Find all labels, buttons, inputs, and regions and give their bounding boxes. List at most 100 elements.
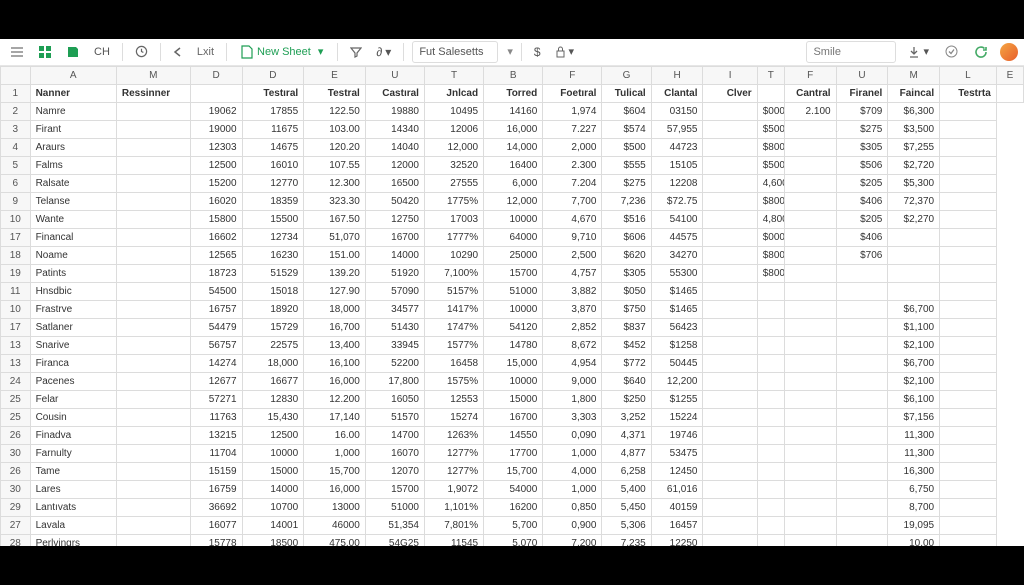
cell[interactable]: 17,140 (304, 408, 366, 426)
cell[interactable] (784, 120, 836, 138)
cell[interactable]: 51,070 (304, 228, 366, 246)
row-header[interactable]: 26 (1, 462, 31, 480)
cell[interactable]: $555 (602, 156, 651, 174)
cell[interactable] (940, 120, 997, 138)
cell[interactable]: 1263% (424, 426, 483, 444)
cell[interactable] (703, 516, 757, 534)
cell[interactable] (190, 84, 242, 102)
cell[interactable]: 7.204 (543, 174, 602, 192)
cell[interactable] (940, 210, 997, 228)
cell[interactable]: Pacenes (30, 372, 116, 390)
cell[interactable]: 57090 (365, 282, 424, 300)
cell[interactable]: 72,370 (888, 192, 940, 210)
cell[interactable]: 55300 (651, 264, 703, 282)
cell[interactable] (836, 336, 888, 354)
cell[interactable]: 16230 (242, 246, 304, 264)
row-header[interactable]: 10 (1, 210, 31, 228)
chevron-down-icon[interactable]: ▾ (507, 45, 513, 58)
cell[interactable]: 0,090 (543, 426, 602, 444)
cell[interactable] (940, 138, 997, 156)
cell[interactable]: $000 (757, 228, 784, 246)
row-header[interactable]: 13 (1, 336, 31, 354)
cell[interactable] (940, 282, 997, 300)
cell[interactable]: 14340 (365, 120, 424, 138)
cell[interactable] (757, 534, 784, 546)
cell[interactable]: 57,955 (651, 120, 703, 138)
cell[interactable]: 3,252 (602, 408, 651, 426)
cell[interactable]: 10495 (424, 102, 483, 120)
cell[interactable]: 11675 (242, 120, 304, 138)
cell[interactable] (116, 372, 190, 390)
cell[interactable] (757, 408, 784, 426)
row-header[interactable]: 27 (1, 516, 31, 534)
cell[interactable]: 12553 (424, 390, 483, 408)
cell[interactable]: 14001 (242, 516, 304, 534)
cell[interactable]: $275 (836, 120, 888, 138)
column-header[interactable]: E (304, 66, 366, 84)
cell[interactable]: Testrta (940, 84, 997, 102)
cell[interactable]: Testral (304, 84, 366, 102)
cell[interactable] (836, 480, 888, 498)
cell[interactable]: 18723 (190, 264, 242, 282)
cell[interactable] (940, 174, 997, 192)
cell[interactable] (703, 426, 757, 444)
cell[interactable]: Satlaner (30, 318, 116, 336)
cell[interactable]: 16700 (365, 228, 424, 246)
cell[interactable]: 16602 (190, 228, 242, 246)
cell[interactable]: 2.100 (784, 102, 836, 120)
cell[interactable]: $800 (757, 246, 784, 264)
cell[interactable]: 15274 (424, 408, 483, 426)
cell[interactable]: Torred (484, 84, 543, 102)
cell[interactable]: Jnlcad (424, 84, 483, 102)
row-header[interactable]: 11 (1, 282, 31, 300)
cell[interactable] (836, 408, 888, 426)
cell[interactable]: 51000 (484, 282, 543, 300)
sort-icon[interactable]: ∂ ▾ (372, 41, 395, 63)
cell[interactable] (757, 372, 784, 390)
row-header[interactable]: 26 (1, 426, 31, 444)
cell[interactable]: 15500 (242, 210, 304, 228)
cell[interactable]: 122.50 (304, 102, 366, 120)
row-header[interactable]: 1 (1, 84, 31, 102)
row-header[interactable]: 29 (1, 498, 31, 516)
cell[interactable] (940, 354, 997, 372)
cell[interactable]: 1747% (424, 318, 483, 336)
cell[interactable] (784, 246, 836, 264)
cell[interactable]: 16020 (190, 192, 242, 210)
cell[interactable]: 12500 (242, 426, 304, 444)
cell[interactable]: 1277% (424, 444, 483, 462)
cell[interactable]: $1465 (651, 300, 703, 318)
cell[interactable] (836, 300, 888, 318)
cell[interactable]: 14000 (365, 246, 424, 264)
cell[interactable]: 53475 (651, 444, 703, 462)
cell[interactable]: Wante (30, 210, 116, 228)
cell[interactable]: $205 (836, 210, 888, 228)
cell[interactable]: $406 (836, 228, 888, 246)
cell[interactable] (116, 318, 190, 336)
cell[interactable] (784, 228, 836, 246)
cell[interactable] (703, 444, 757, 462)
cell[interactable]: 12,200 (651, 372, 703, 390)
cell[interactable] (836, 516, 888, 534)
row-header[interactable]: 10 (1, 300, 31, 318)
cell[interactable]: $6,700 (888, 300, 940, 318)
cell[interactable]: 16,700 (304, 318, 366, 336)
cell[interactable] (703, 102, 757, 120)
cell[interactable]: 16070 (365, 444, 424, 462)
cell[interactable]: 61,016 (651, 480, 703, 498)
column-header[interactable]: G (602, 66, 651, 84)
column-header[interactable]: E (996, 66, 1023, 84)
cell[interactable]: Perlvingrs (30, 534, 116, 546)
cell[interactable] (836, 282, 888, 300)
cell[interactable]: $305 (602, 264, 651, 282)
cell[interactable]: 12830 (242, 390, 304, 408)
cell[interactable]: 13,400 (304, 336, 366, 354)
row-header[interactable]: 17 (1, 318, 31, 336)
cell[interactable]: 15729 (242, 318, 304, 336)
cell[interactable] (784, 300, 836, 318)
cell[interactable]: 139.20 (304, 264, 366, 282)
cell[interactable]: Farnulty (30, 444, 116, 462)
cell[interactable]: Araurs (30, 138, 116, 156)
cell[interactable]: 10,00 (888, 534, 940, 546)
cell[interactable] (703, 462, 757, 480)
